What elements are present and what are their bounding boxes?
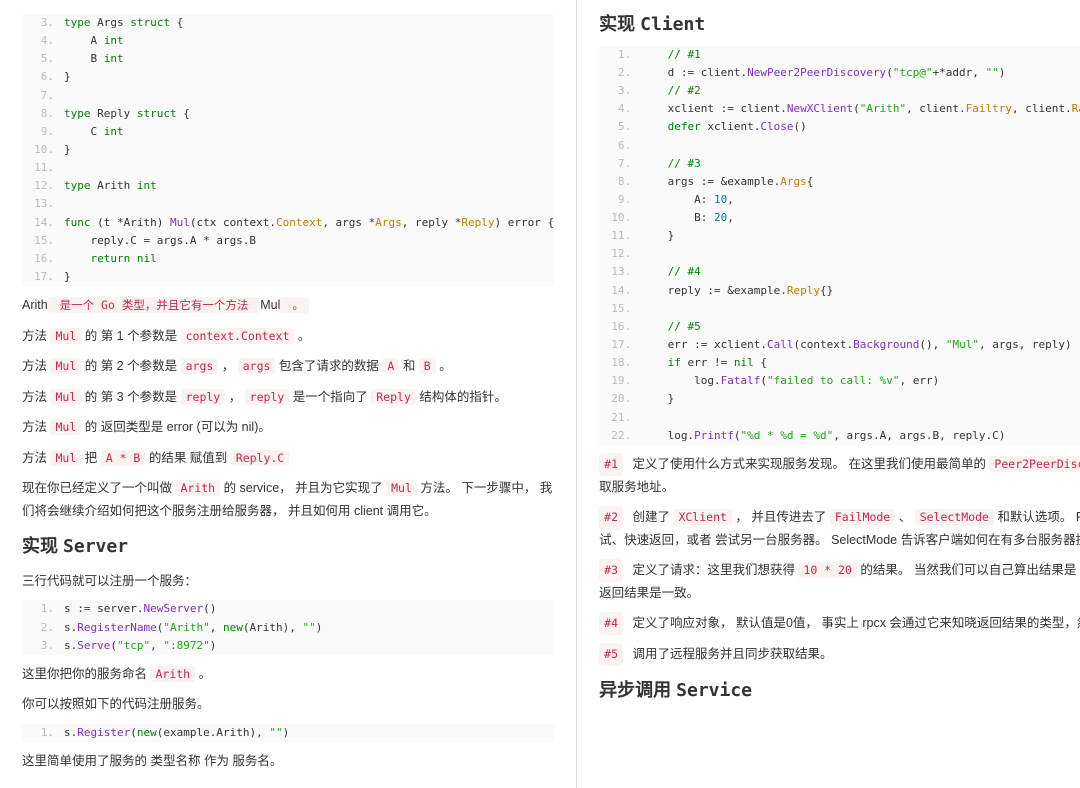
para-8: 三行代码就可以注册一个服务：: [22, 570, 554, 593]
code-block-args-reply: 3.type Args struct {4. A int5. B int6.}7…: [22, 14, 554, 286]
para-5: 方法 Mul 的 返回类型是 error (可以为 nil)。: [22, 416, 554, 439]
anno-3-tag: #3: [599, 559, 623, 582]
page: 3.type Args struct {4. A int5. B int6.}7…: [0, 0, 1080, 788]
heading-async-text: 异步调用: [599, 680, 676, 700]
heading-server-text: 实现: [22, 536, 63, 556]
code-block-server: 1.s := server.NewServer()2.s.RegisterNam…: [22, 600, 554, 654]
anno-3: #3 定义了请求：这里我们想获得 10 * 20 的结果。 当然我们可以自己算出…: [599, 559, 1080, 604]
anno-5-tag: #5: [599, 643, 623, 666]
para-1: Arith 是一个 Go 类型，并且它有一个方法 Mul 。: [22, 294, 554, 317]
code-block-client: 1. // #12. d := client.NewPeer2PeerDisco…: [599, 46, 1080, 445]
para-6: 方法 Mul 把 A * B 的结果 赋值到 Reply.C: [22, 447, 554, 470]
para-10: 你可以按照如下的代码注册服务。: [22, 693, 554, 716]
anno-3-text: 定义了请求：这里我们想获得 10 * 20 的结果。 当然我们可以自己算出结果是…: [599, 562, 1080, 600]
anno-4-tag: #4: [599, 612, 623, 635]
heading-async: 异步调用 Service: [599, 676, 1080, 706]
anno-4: #4 定义了响应对象， 默认值是0值， 事实上 rpcx 会通过它来知晓返回结果…: [599, 612, 1080, 635]
anno-2-tag: #2: [599, 506, 623, 529]
para-2: 方法 Mul 的 第 1 个参数是 context.Context 。: [22, 325, 554, 348]
heading-server: 实现 Server: [22, 532, 554, 562]
heading-client-text: 实现: [599, 14, 640, 34]
para-4: 方法 Mul 的 第 3 个参数是 reply ， reply 是一个指向了 R…: [22, 386, 554, 409]
para-7: 现在你已经定义了一个叫做 Arith 的 service， 并且为它实现了 Mu…: [22, 477, 554, 522]
code-block-register: 1.s.Register(new(example.Arith), ""): [22, 724, 554, 742]
heading-server-mono: Server: [63, 536, 128, 557]
anno-2: #2 创建了 XClient ， 并且传进去了 FailMode 、 Selec…: [599, 506, 1080, 551]
heading-client-mono: Client: [640, 14, 705, 35]
anno-1-text: 定义了使用什么方式来实现服务发现。 在这里我们使用最简单的 Peer2PeerD…: [599, 456, 1080, 494]
para-3: 方法 Mul 的 第 2 个参数是 args ， args 包含了请求的数据 A…: [22, 355, 554, 378]
anno-5: #5 调用了远程服务并且同步获取结果。: [599, 643, 1080, 666]
heading-client: 实现 Client: [599, 10, 1080, 40]
anno-5-text: 调用了远程服务并且同步获取结果。: [629, 647, 832, 661]
anno-1-tag: #1: [599, 453, 623, 476]
anno-1: #1 定义了使用什么方式来实现服务发现。 在这里我们使用最简单的 Peer2Pe…: [599, 453, 1080, 498]
para-11: 这里简单使用了服务的 类型名称 作为 服务名。: [22, 750, 554, 773]
left-column: 3.type Args struct {4. A int5. B int6.}7…: [0, 0, 577, 788]
anno-2-text: 创建了 XClient ， 并且传进去了 FailMode 、 SelectMo…: [599, 509, 1080, 547]
right-column: 实现 Client 1. // #12. d := client.NewPeer…: [577, 0, 1080, 788]
anno-4-text: 定义了响应对象， 默认值是0值， 事实上 rpcx 会通过它来知晓返回结果的类型…: [629, 616, 1080, 630]
para-9: 这里你把你的服务命名 Arith 。: [22, 663, 554, 686]
heading-async-mono: Service: [676, 680, 752, 701]
